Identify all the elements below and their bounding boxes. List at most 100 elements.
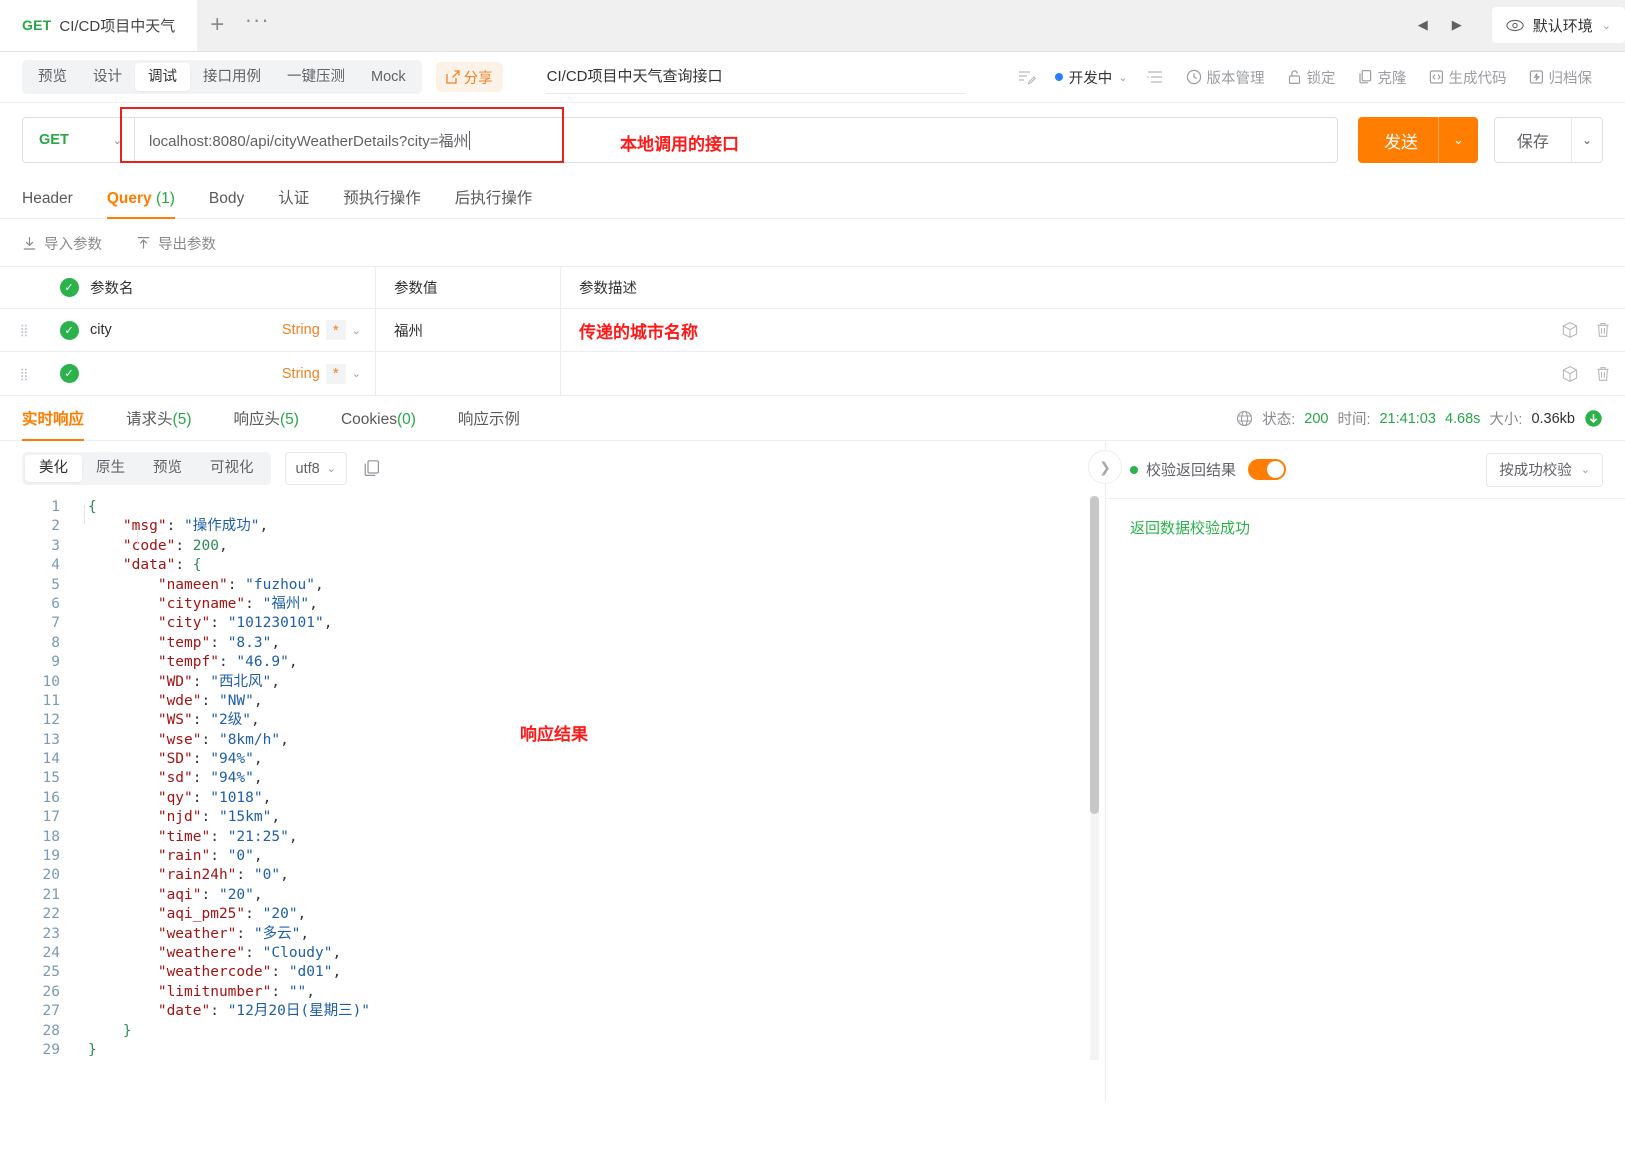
tab-more-button[interactable]: ··· [237, 0, 277, 51]
send-options-chevron-down-icon[interactable]: ⌄ [1439, 132, 1478, 148]
cube-icon[interactable] [1561, 365, 1579, 383]
tab-request-headers-label: 请求头 [126, 411, 173, 428]
tab-pre-script[interactable]: 预执行操作 [343, 186, 421, 218]
segment-preview[interactable]: 预览 [25, 63, 80, 91]
validation-mode-select[interactable]: 按成功校验 ⌄ [1486, 452, 1603, 487]
save-button[interactable]: 保存 ⌄ [1493, 117, 1603, 163]
export-params-button[interactable]: 导出参数 [136, 233, 216, 254]
tab-auth[interactable]: 认证 [278, 186, 309, 218]
tab-request-headers[interactable]: 请求头(5) [126, 407, 191, 440]
collapse-pane-button[interactable]: ❯ [1088, 450, 1122, 484]
download-response-icon[interactable] [1584, 409, 1603, 428]
tab-response-example[interactable]: 响应示例 [458, 407, 520, 440]
share-button[interactable]: 分享 [435, 62, 503, 92]
description-edit-button[interactable] [1007, 69, 1047, 85]
api-title-input[interactable]: CI/CD项目中天气查询接口 [544, 61, 965, 94]
col-header-name-label: 参数名 [90, 281, 134, 297]
format-visualize[interactable]: 可视化 [196, 455, 268, 482]
encoding-select[interactable]: utf8 ⌄ [284, 452, 347, 485]
tab-query[interactable]: Query (1) [106, 190, 176, 219]
param-name-cell[interactable]: String * ⌄ [90, 352, 376, 395]
row-drag-handle[interactable]: ⣿ [0, 367, 48, 381]
tab-header[interactable]: Header [22, 190, 73, 218]
segment-cases[interactable]: 接口用例 [190, 63, 274, 91]
list-view-button[interactable] [1136, 70, 1175, 85]
code-line: "date": "12月20日(星期三)" [157, 1003, 371, 1020]
segment-mock[interactable]: Mock [358, 63, 419, 91]
line-number: 29 [42, 1041, 60, 1058]
archive-button[interactable]: 归档保 [1518, 67, 1604, 88]
status-selector[interactable]: 开发中 ⌄ [1047, 67, 1136, 88]
validation-toggle[interactable] [1248, 459, 1287, 480]
tab-post-script[interactable]: 后执行操作 [455, 186, 533, 218]
line-number: 25 [42, 964, 60, 981]
new-tab-button[interactable]: + [197, 0, 237, 51]
tab-response-headers[interactable]: 响应头(5) [233, 407, 298, 440]
environment-selector[interactable]: 默认环境 ⌄ [1491, 7, 1625, 43]
delete-icon[interactable] [1595, 365, 1611, 383]
tab-cookies[interactable]: Cookies(0) [341, 411, 416, 440]
time-meta-value: 21:41:03 [1379, 410, 1436, 427]
col-header-desc: 参数描述 [561, 267, 1611, 308]
json-code[interactable]: 响应结果 { "msg": "操作成功", "code": 200, "data… [76, 496, 1105, 1060]
http-method-select[interactable]: GET ⌄ [22, 117, 134, 163]
status-label: 开发中 [1068, 70, 1113, 87]
segment-debug[interactable]: 调试 [135, 63, 190, 91]
tab-title-label: CI/CD项目中天气 [59, 17, 176, 35]
row-drag-handle[interactable]: ⣿ [0, 323, 48, 337]
lock-button[interactable]: 锁定 [1276, 67, 1347, 88]
request-tab[interactable]: GET CI/CD项目中天气 [0, 0, 198, 51]
nav-back-button[interactable]: ◀ [1408, 0, 1438, 51]
param-name-cell[interactable]: city String * ⌄ [90, 309, 376, 351]
line-number: 6 [51, 595, 60, 612]
format-raw[interactable]: 原生 [82, 455, 139, 482]
tab-response-headers-count: (5) [280, 411, 299, 428]
tab-realtime-response[interactable]: 实时响应 [22, 407, 85, 441]
json-viewer[interactable]: 1 2 3 4 5 6 7 8 9 10 11 12 13 14 15 16 17 18 19 20 21 22 23 24 2… [0, 496, 1105, 1061]
code-line: "njd": "15km", [157, 809, 281, 826]
status-meta-value: 200 [1304, 410, 1329, 427]
clone-button[interactable]: 克隆 [1347, 67, 1418, 88]
code-line: "limitnumber": "", [157, 983, 316, 1000]
cube-icon[interactable] [1561, 321, 1579, 339]
send-button[interactable]: 发送 ⌄ [1358, 117, 1478, 163]
save-label: 保存 [1516, 134, 1549, 151]
code-line: "aqi_pm25": "20", [157, 906, 307, 923]
line-number: 8 [51, 634, 60, 651]
format-pretty[interactable]: 美化 [25, 455, 82, 482]
code-line: "temp": "8.3", [157, 634, 281, 651]
generate-code-button[interactable]: 生成代码 [1418, 67, 1518, 88]
chevron-down-icon: ⌄ [1601, 19, 1611, 32]
line-number: 3 [51, 537, 60, 554]
param-value-cell[interactable] [376, 352, 561, 395]
delete-icon[interactable] [1595, 321, 1611, 339]
import-params-button[interactable]: 导入参数 [22, 233, 102, 254]
row-enabled-checkbox[interactable]: ✓ [48, 364, 90, 383]
globe-icon [1236, 410, 1253, 427]
chevron-down-icon[interactable]: ⌄ [352, 367, 361, 380]
col-header-value: 参数值 [376, 267, 561, 308]
copy-response-icon[interactable] [361, 459, 383, 478]
chevron-down-icon[interactable]: ⌄ [352, 324, 361, 337]
tab-request-headers-count: (5) [172, 411, 192, 428]
param-required-star[interactable]: * [325, 363, 346, 384]
scrollbar-thumb[interactable] [1090, 496, 1099, 814]
save-options-chevron-down-icon[interactable]: ⌄ [1572, 133, 1602, 147]
segment-stress-test[interactable]: 一键压测 [274, 63, 358, 91]
segment-design[interactable]: 设计 [80, 63, 135, 91]
param-required-star[interactable]: * [325, 320, 346, 340]
param-value-cell[interactable]: 福州 [376, 309, 561, 351]
tab-body[interactable]: Body [209, 190, 244, 218]
size-meta-value: 0.36kb [1531, 410, 1575, 427]
version-management-button[interactable]: 版本管理 [1175, 67, 1276, 88]
param-desc-cell[interactable] [561, 352, 1561, 395]
eye-icon [1506, 19, 1524, 32]
param-desc-cell[interactable]: 传递的城市名称 [561, 309, 1561, 351]
row-enabled-checkbox[interactable]: ✓ [48, 320, 90, 340]
code-line: "nameen": "fuzhou", [157, 576, 324, 593]
format-preview[interactable]: 预览 [139, 455, 196, 482]
chevron-down-icon: ⌄ [326, 463, 336, 475]
select-all-checkbox[interactable]: ✓ [48, 278, 90, 297]
nav-forward-button[interactable]: ▶ [1442, 0, 1472, 51]
status-meta-label: 状态: [1262, 412, 1296, 428]
